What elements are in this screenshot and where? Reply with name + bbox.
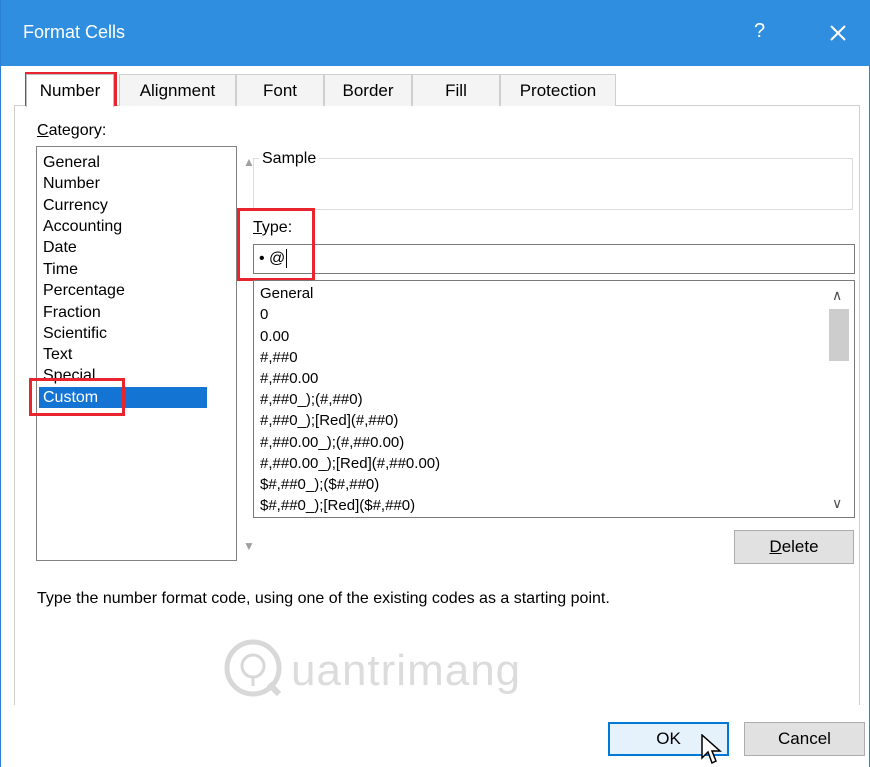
format-item[interactable]: #,##0 bbox=[260, 347, 298, 368]
format-item[interactable]: #,##0_);[Red](#,##0) bbox=[260, 410, 398, 431]
tab-border[interactable]: Border bbox=[324, 74, 412, 106]
tab-font[interactable]: Font bbox=[236, 74, 324, 106]
delete-button[interactable]: Delete bbox=[734, 530, 854, 564]
tab-protection[interactable]: Protection bbox=[500, 74, 616, 106]
tab-alignment[interactable]: Alignment bbox=[119, 74, 236, 106]
category-item-accounting[interactable]: Accounting bbox=[43, 216, 122, 237]
category-list[interactable]: General Number Currency Accounting Date … bbox=[36, 146, 255, 561]
format-item[interactable]: 0.00 bbox=[260, 326, 289, 347]
chevron-down-icon[interactable]: ∨ bbox=[832, 495, 842, 512]
text-caret bbox=[286, 249, 288, 269]
category-item-scientific[interactable]: Scientific bbox=[43, 323, 107, 344]
close-button[interactable] bbox=[821, 16, 855, 50]
category-item-number[interactable]: Number bbox=[43, 173, 100, 194]
chevron-up-icon[interactable]: ∧ bbox=[832, 287, 842, 304]
format-list-scrollbar[interactable]: ∧ ∨ bbox=[824, 281, 854, 517]
type-label-accel: T bbox=[253, 219, 262, 236]
format-item[interactable]: 0 bbox=[260, 304, 268, 325]
sample-group bbox=[253, 158, 853, 210]
close-icon bbox=[830, 25, 846, 41]
category-item-general[interactable]: General bbox=[43, 152, 100, 173]
category-label: Category: bbox=[37, 122, 106, 140]
format-code-list[interactable]: General 0 0.00 #,##0 #,##0.00 #,##0_);(#… bbox=[253, 280, 855, 518]
category-item-text[interactable]: Text bbox=[43, 344, 72, 365]
category-item-currency[interactable]: Currency bbox=[43, 195, 108, 216]
delete-button-accel: D bbox=[769, 537, 782, 556]
category-label-text: ategory: bbox=[48, 122, 107, 139]
category-item-date[interactable]: Date bbox=[43, 237, 77, 258]
window-title: Format Cells bbox=[23, 22, 126, 42]
format-cells-dialog: Format Cells ? Number Alignment Font Bor… bbox=[0, 0, 870, 767]
format-item[interactable]: #,##0.00_);(#,##0.00) bbox=[260, 432, 404, 453]
sample-label: Sample bbox=[259, 150, 320, 168]
format-item[interactable]: #,##0_);(#,##0) bbox=[260, 389, 363, 410]
help-button[interactable]: ? bbox=[754, 20, 765, 43]
format-item[interactable]: #,##0.00_);[Red](#,##0.00) bbox=[260, 453, 440, 474]
category-item-time[interactable]: Time bbox=[43, 259, 78, 280]
watermark: uantrimang bbox=[219, 628, 579, 708]
type-label-text: ype: bbox=[261, 219, 293, 236]
category-item-percentage[interactable]: Percentage bbox=[43, 280, 125, 301]
tab-number[interactable]: Number bbox=[26, 74, 114, 107]
format-item[interactable]: $#,##0_);[Red]($#,##0) bbox=[260, 495, 415, 516]
type-label: Type: bbox=[253, 219, 292, 237]
watermark-text: uantrimang bbox=[291, 646, 522, 695]
type-input[interactable]: • @ bbox=[253, 244, 855, 274]
title-bar[interactable]: Format Cells ? bbox=[1, 0, 870, 66]
scrollbar-thumb[interactable] bbox=[829, 309, 849, 361]
type-input-value: • @ bbox=[259, 250, 286, 267]
category-label-accel: C bbox=[37, 122, 49, 139]
cancel-button[interactable]: Cancel bbox=[744, 722, 865, 756]
tab-fill[interactable]: Fill bbox=[412, 74, 500, 106]
mouse-pointer-icon bbox=[701, 734, 722, 765]
format-item[interactable]: #,##0.00 bbox=[260, 368, 318, 389]
format-item[interactable]: $#,##0_);($#,##0) bbox=[260, 474, 379, 495]
scroll-down-icon[interactable]: ▼ bbox=[243, 539, 255, 553]
category-item-custom[interactable]: Custom bbox=[39, 387, 207, 408]
delete-button-label: elete bbox=[781, 537, 819, 556]
hint-text: Type the number format code, using one o… bbox=[37, 590, 610, 607]
format-item[interactable]: General bbox=[260, 283, 313, 304]
category-item-fraction[interactable]: Fraction bbox=[43, 302, 101, 323]
category-item-special[interactable]: Special bbox=[43, 365, 95, 386]
